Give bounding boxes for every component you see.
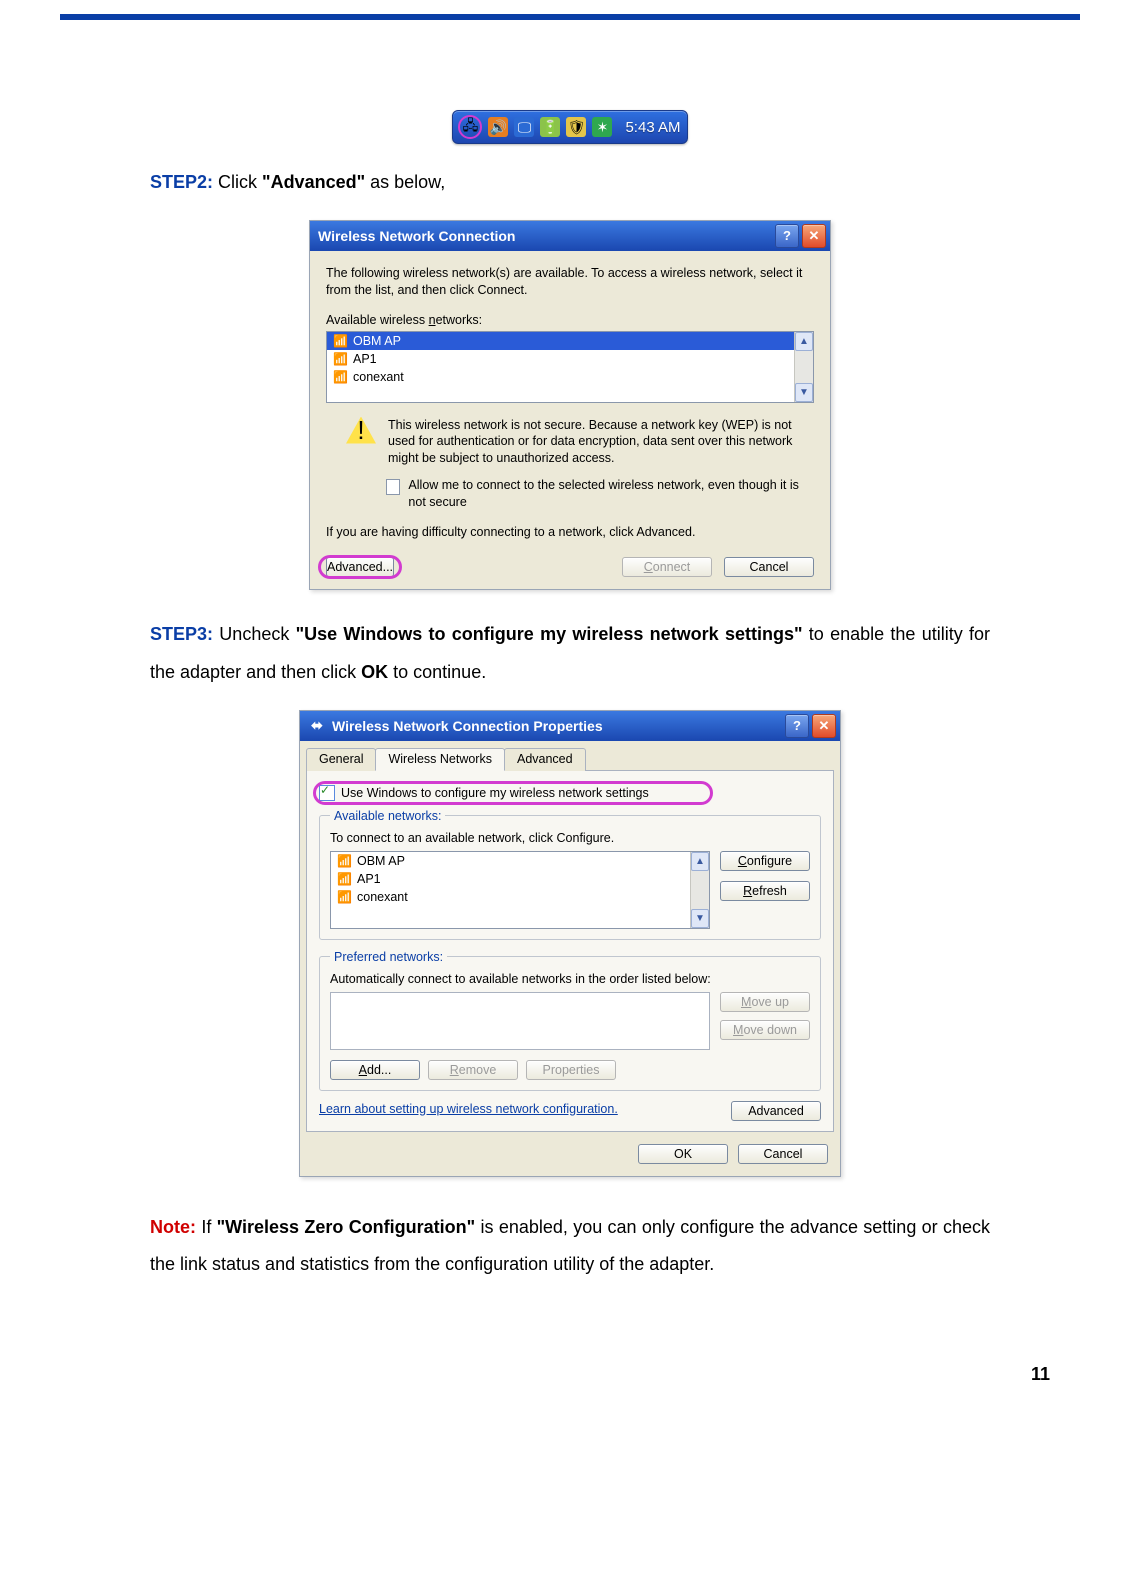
display-tray-icon: 🖵 bbox=[514, 117, 534, 137]
allow-connect-checkbox[interactable] bbox=[386, 479, 400, 495]
antenna-icon: 📶 bbox=[337, 872, 351, 886]
advanced-button[interactable]: Advanced... bbox=[326, 557, 394, 577]
tab-wireless-networks[interactable]: Wireless Networks bbox=[375, 748, 505, 771]
network-name: AP1 bbox=[357, 872, 381, 886]
scroll-down-icon[interactable]: ▼ bbox=[795, 383, 813, 402]
use-windows-config-checkbox[interactable] bbox=[319, 785, 335, 801]
shield-tray-icon: 🛡 bbox=[566, 117, 586, 137]
available-networks-legend: Available networks: bbox=[330, 809, 445, 823]
move-down-button[interactable]: Move down bbox=[720, 1020, 810, 1040]
connect-button[interactable]: Connect bbox=[622, 557, 712, 577]
network-name: AP1 bbox=[353, 352, 377, 366]
cancel-button[interactable]: Cancel bbox=[724, 557, 814, 577]
dialog-titlebar: Wireless Network Connection ? ✕ bbox=[310, 221, 830, 251]
use-windows-config-label: Use Windows to configure my wireless net… bbox=[341, 786, 649, 800]
systray: 🖧 🔊 🖵 🔋 🛡 ✶ 5:43 AM bbox=[452, 110, 687, 144]
step2-paragraph: STEP2: Click "Advanced" as below, bbox=[150, 164, 990, 202]
close-button[interactable]: ✕ bbox=[802, 224, 826, 248]
antenna-icon: 📶 bbox=[337, 854, 351, 868]
preferred-networks-legend: Preferred networks: bbox=[330, 950, 447, 964]
network-name: conexant bbox=[357, 890, 408, 904]
network-row[interactable]: 📶 OBM AP bbox=[331, 852, 709, 870]
learn-link[interactable]: Learn about setting up wireless network … bbox=[319, 1101, 719, 1117]
available-networks-listbox[interactable]: 📶 OBM AP 📶 AP1 📶 conexant ▲ ▼ bbox=[326, 331, 814, 403]
tab-general[interactable]: General bbox=[306, 748, 376, 771]
use-windows-config-row: Use Windows to configure my wireless net… bbox=[319, 785, 821, 801]
scroll-down-icon[interactable]: ▼ bbox=[691, 909, 709, 928]
battery-tray-icon: 🔋 bbox=[540, 117, 560, 137]
preferred-networks-hint: Automatically connect to available netwo… bbox=[330, 972, 810, 986]
help-button[interactable]: ? bbox=[785, 714, 809, 738]
network-row[interactable]: 📶 AP1 bbox=[331, 870, 709, 888]
dialog-titlebar: ⬌ Wireless Network Connection Properties… bbox=[300, 711, 840, 741]
note-paragraph: Note: If "Wireless Zero Configuration" i… bbox=[150, 1209, 990, 1285]
dialog-intro-text: The following wireless network(s) are av… bbox=[326, 265, 814, 299]
move-up-button[interactable]: Move up bbox=[720, 992, 810, 1012]
network-row-selected[interactable]: 📶 OBM AP bbox=[327, 332, 813, 350]
network-tray-icon: 🖧 bbox=[458, 115, 482, 139]
dialog-title: Wireless Network Connection bbox=[318, 228, 515, 244]
step2-label: STEP2: bbox=[150, 172, 213, 192]
header-rule bbox=[60, 14, 1080, 20]
scrollbar[interactable]: ▲ ▼ bbox=[794, 332, 813, 402]
network-row[interactable]: 📶 conexant bbox=[331, 888, 709, 906]
antenna-icon: 📶 bbox=[333, 334, 347, 348]
warning-icon: ! bbox=[346, 417, 376, 444]
systray-time: 5:43 AM bbox=[625, 119, 680, 136]
network-name: OBM AP bbox=[353, 334, 401, 348]
antivirus-tray-icon: ✶ bbox=[592, 117, 612, 137]
close-button[interactable]: ✕ bbox=[812, 714, 836, 738]
page-number: 11 bbox=[0, 1364, 1050, 1385]
available-networks-group: Available networks: To connect to an ava… bbox=[319, 809, 821, 940]
scroll-up-icon[interactable]: ▲ bbox=[691, 852, 709, 871]
cancel-button[interactable]: Cancel bbox=[738, 1144, 828, 1164]
volume-tray-icon: 🔊 bbox=[488, 117, 508, 137]
available-networks-hint: To connect to an available network, clic… bbox=[330, 831, 810, 845]
tab-strip: General Wireless Networks Advanced bbox=[306, 747, 834, 771]
scroll-up-icon[interactable]: ▲ bbox=[795, 332, 813, 351]
wireless-connection-dialog: Wireless Network Connection ? ✕ The foll… bbox=[309, 220, 831, 590]
wireless-properties-dialog: ⬌ Wireless Network Connection Properties… bbox=[299, 710, 841, 1177]
dialog-title: Wireless Network Connection Properties bbox=[332, 718, 603, 734]
note-label: Note: bbox=[150, 1217, 196, 1237]
advanced-button[interactable]: Advanced bbox=[731, 1101, 821, 1121]
properties-button[interactable]: Properties bbox=[526, 1060, 616, 1080]
add-button[interactable]: Add... bbox=[330, 1060, 420, 1080]
antenna-icon: 📶 bbox=[333, 370, 347, 384]
network-row[interactable]: 📶 AP1 bbox=[327, 350, 813, 368]
available-networks-listbox[interactable]: 📶 OBM AP 📶 AP1 📶 conexant bbox=[330, 851, 710, 929]
connection-icon: ⬌ bbox=[308, 717, 326, 735]
warning-text: This wireless network is not secure. Bec… bbox=[388, 417, 810, 468]
antenna-icon: 📶 bbox=[337, 890, 351, 904]
tab-advanced[interactable]: Advanced bbox=[504, 748, 586, 771]
allow-connect-label: Allow me to connect to the selected wire… bbox=[408, 477, 810, 511]
network-name: conexant bbox=[353, 370, 404, 384]
preferred-networks-listbox[interactable] bbox=[330, 992, 710, 1050]
ok-button[interactable]: OK bbox=[638, 1144, 728, 1164]
network-name: OBM AP bbox=[357, 854, 405, 868]
configure-button[interactable]: Configure bbox=[720, 851, 810, 871]
available-networks-label: Available wireless networks: bbox=[326, 313, 814, 327]
scrollbar[interactable]: ▲ ▼ bbox=[690, 852, 709, 928]
help-button[interactable]: ? bbox=[775, 224, 799, 248]
step3-label: STEP3: bbox=[150, 624, 213, 644]
refresh-button[interactable]: Refresh bbox=[720, 881, 810, 901]
network-row[interactable]: 📶 conexant bbox=[327, 368, 813, 386]
tab-panel: Use Windows to configure my wireless net… bbox=[306, 771, 834, 1132]
antenna-icon: 📶 bbox=[333, 352, 347, 366]
remove-button[interactable]: Remove bbox=[428, 1060, 518, 1080]
difficulty-text: If you are having difficulty connecting … bbox=[326, 525, 814, 539]
step3-paragraph: STEP3: Uncheck "Use Windows to configure… bbox=[150, 616, 990, 692]
preferred-networks-group: Preferred networks: Automatically connec… bbox=[319, 950, 821, 1091]
